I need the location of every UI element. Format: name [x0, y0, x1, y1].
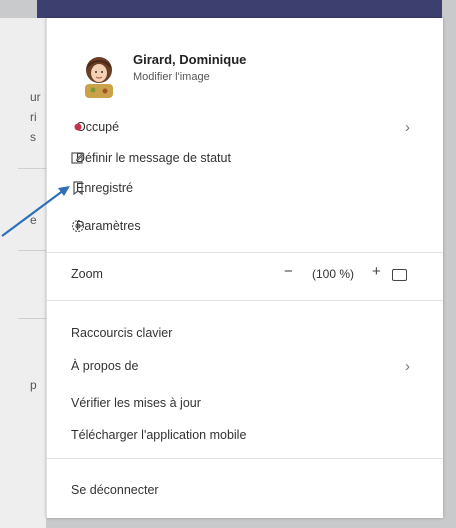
about-item[interactable]: À propos de › [47, 354, 443, 378]
annotation-arrow [1, 186, 70, 237]
keyboard-shortcuts-item[interactable]: Raccourcis clavier [47, 321, 443, 345]
sign-out-label: Se déconnecter [71, 483, 159, 497]
menu-item-label: Définir le message de statut [76, 151, 231, 165]
status-item[interactable]: Occupé › [47, 115, 443, 139]
zoom-out-button[interactable]: − [284, 263, 293, 280]
edit-image-link[interactable]: Modifier l'image [133, 71, 210, 83]
check-updates-item[interactable]: Vérifier les mises à jour [47, 391, 443, 415]
background-text: ri [30, 110, 37, 124]
profile-menu: Girard, Dominique Modifier l'image Occup… [46, 18, 443, 518]
background-divider [18, 250, 46, 251]
divider [47, 252, 443, 253]
menu-item-label: Vérifier les mises à jour [71, 396, 201, 410]
settings-item[interactable]: Paramètres [47, 214, 443, 238]
set-status-message-item[interactable]: Définir le message de statut [47, 146, 443, 170]
fit-to-screen-icon[interactable] [392, 269, 407, 281]
divider [47, 458, 443, 459]
app-title-bar [37, 0, 442, 18]
background-text: p [30, 378, 37, 392]
zoom-label: Zoom [71, 267, 103, 281]
menu-item-label: Paramètres [76, 219, 141, 233]
edit-message-icon [71, 151, 85, 165]
saved-item[interactable]: Enregistré [47, 176, 443, 200]
background-text: s [30, 130, 36, 144]
background-text: ur [30, 90, 41, 104]
divider [47, 300, 443, 301]
chevron-right-icon: › [405, 357, 410, 375]
background-divider [18, 168, 46, 169]
chevron-right-icon: › [405, 118, 410, 136]
menu-item-label: Télécharger l'application mobile [71, 428, 247, 442]
zoom-value: (100 %) [312, 267, 355, 281]
sign-out-item[interactable]: Se déconnecter [47, 478, 443, 502]
avatar[interactable] [77, 50, 121, 98]
zoom-in-button[interactable]: + [372, 263, 381, 280]
status-dot-icon [71, 120, 85, 134]
profile-name: Girard, Dominique [133, 52, 247, 67]
background-chat-panel: ur ri s e p [0, 18, 46, 528]
download-mobile-app-item[interactable]: Télécharger l'application mobile [47, 423, 443, 447]
menu-item-label: Raccourcis clavier [71, 326, 173, 340]
background-divider [18, 318, 46, 319]
menu-item-label: À propos de [71, 359, 139, 373]
